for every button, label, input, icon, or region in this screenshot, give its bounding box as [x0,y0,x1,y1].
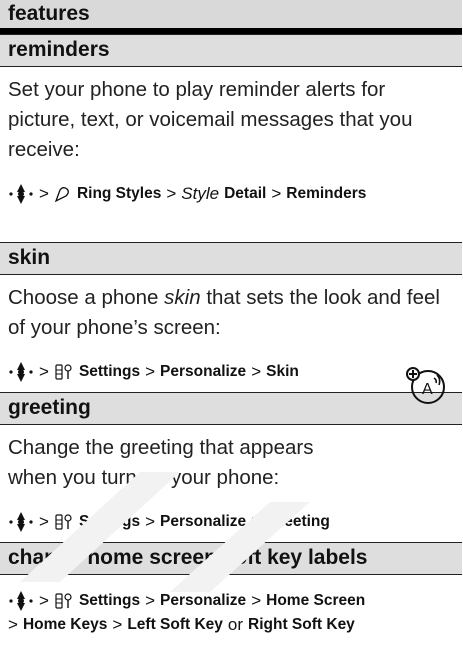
section-title: skin [0,242,462,275]
section-body: Change the greeting that appears when yo… [8,436,314,489]
path-item: Style [181,184,220,203]
path-item: Settings [78,513,141,530]
path-item: Detail [224,185,267,202]
section-title: greeting [0,392,462,425]
menu-path: > Settings > Personalize > Skin [0,361,462,383]
path-item: Skin [266,363,299,380]
path-item: Personalize [160,592,247,609]
settings-icon [54,513,74,531]
path-item: Reminders [286,185,367,202]
settings-icon [54,592,74,610]
path-item: Left Soft Key [127,616,223,633]
path-item: Right Soft Key [248,616,355,633]
svg-text:A: A [422,381,433,398]
nav-key-icon [8,511,34,533]
section-greeting: greeting Change the greeting that appear… [0,392,462,533]
path-item: Personalize [160,363,247,380]
path-connector: or [227,615,244,634]
path-item: Settings [78,363,141,380]
path-item: Ring Styles [76,185,162,202]
section-body: Set your phone to play reminder alerts f… [8,78,413,161]
path-item: Home Keys [22,616,108,633]
page-header: features [0,0,462,34]
nav-key-icon [8,361,34,383]
nav-key-icon [8,183,34,205]
path-item: Greeting [266,513,330,530]
section-title: reminders [0,34,462,67]
page-title: features [8,2,90,25]
section-skin: skin Choose a phone skin that sets the l… [0,242,462,383]
menu-path: > Ring Styles > Style Detail > Reminders [0,183,462,205]
path-item: Personalize [160,513,247,530]
ring-styles-icon [54,185,72,203]
menu-path: > Settings > Personalize > Greeting [0,511,462,533]
path-item: Home Screen [266,592,366,609]
nav-key-icon [8,590,34,612]
manual-page: features reminders Set your phone to pla… [0,0,462,650]
menu-path: > Settings > Personalize > Home Screen >… [0,589,462,637]
path-item: Settings [78,592,141,609]
section-reminders: reminders Set your phone to play reminde… [0,34,462,205]
settings-icon [54,363,74,381]
network-feature-icon: A [404,364,448,411]
section-body: Choose a phone skin that sets the look a… [8,286,440,339]
section-home-keys: change home screen soft key labels > Set… [0,542,462,637]
section-title: change home screen soft key labels [0,542,462,575]
